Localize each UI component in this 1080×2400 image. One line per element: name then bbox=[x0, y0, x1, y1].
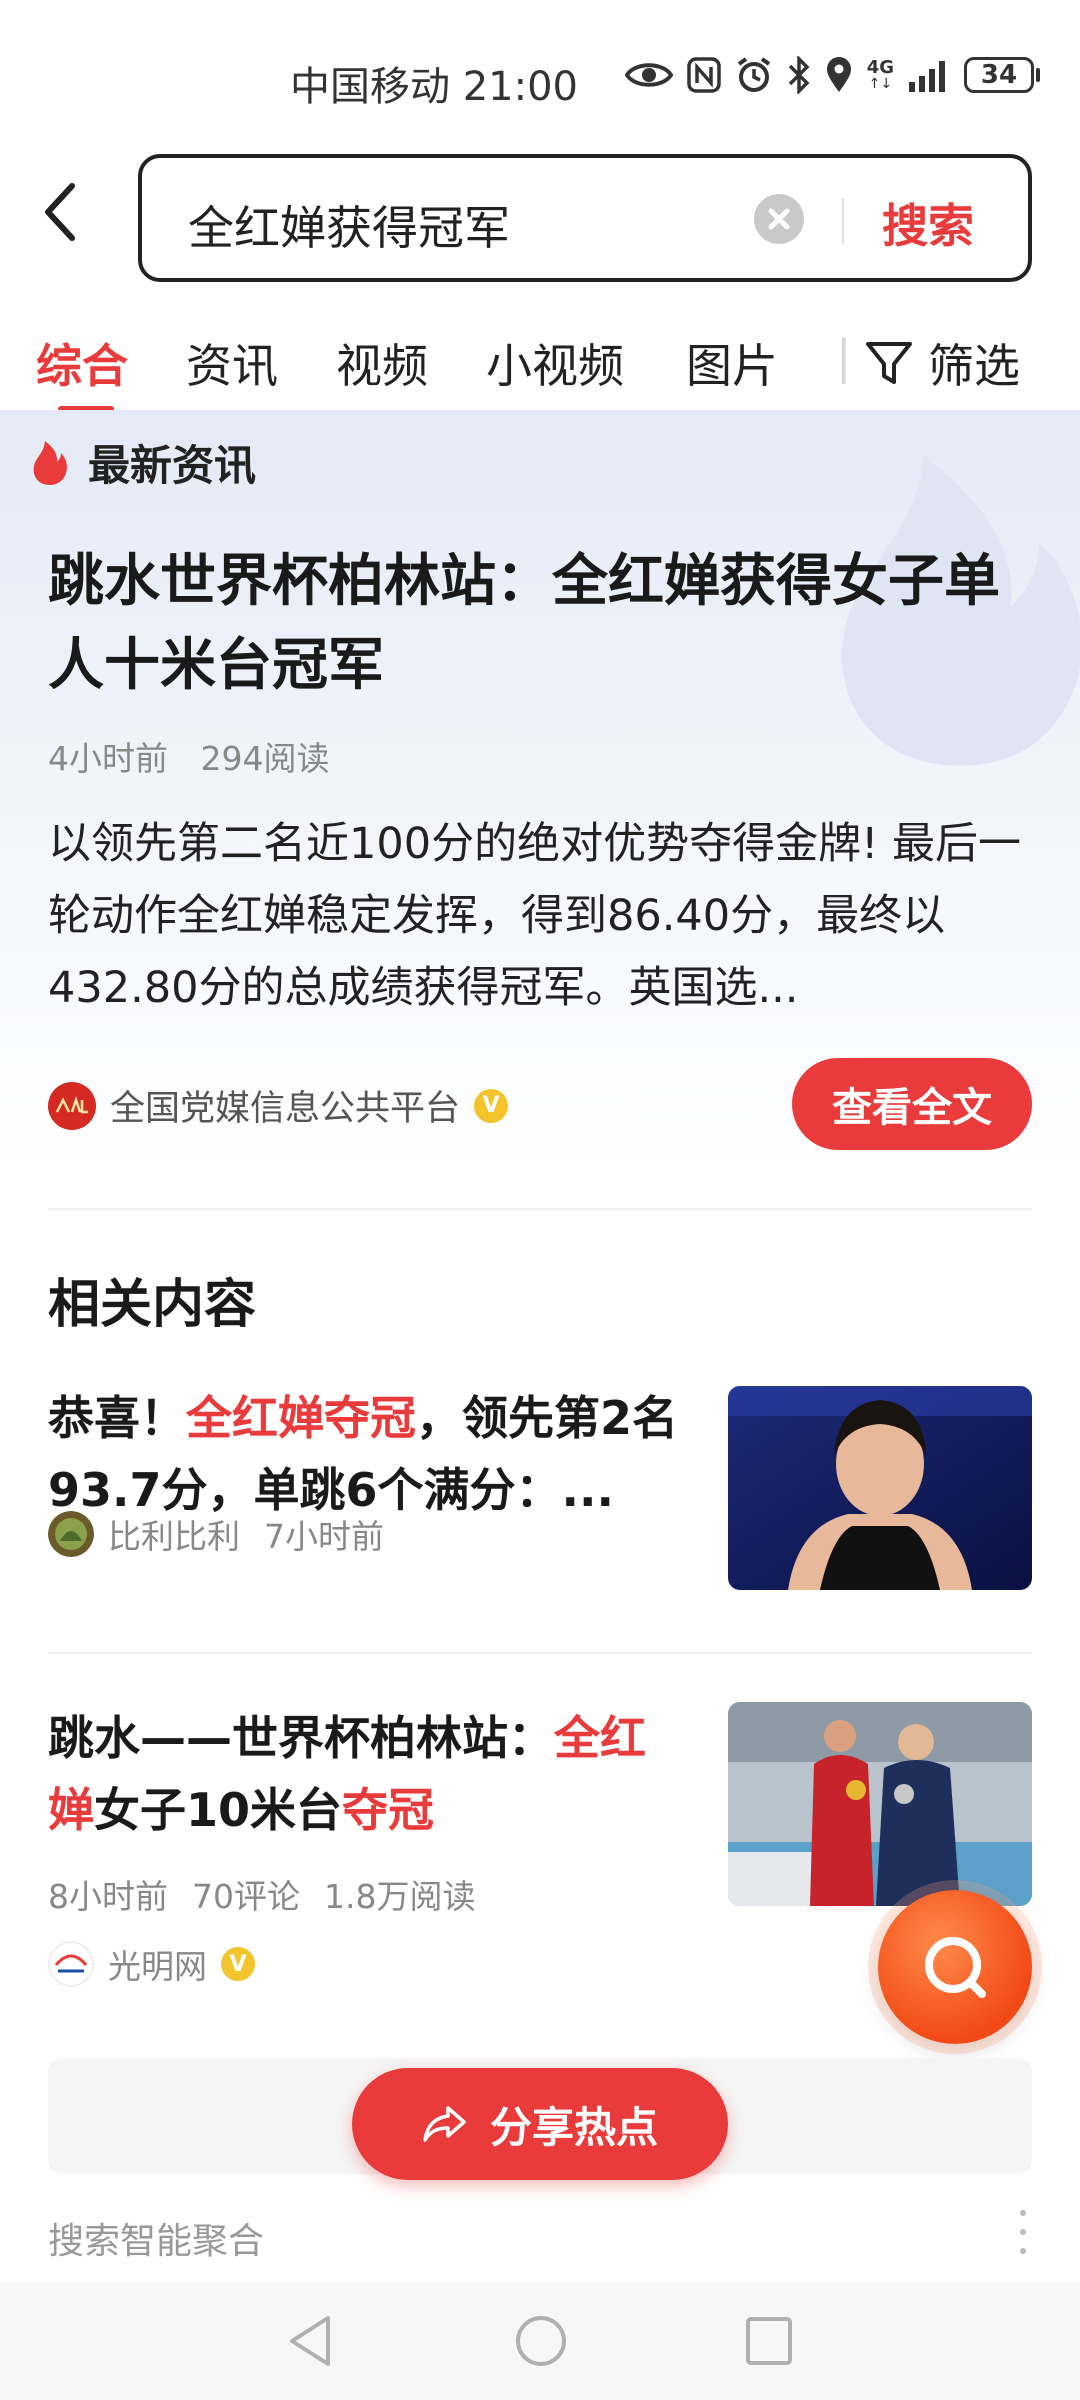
bluetooth-icon bbox=[788, 56, 810, 94]
news-reads: 294阅读 bbox=[200, 739, 330, 778]
related-item-source[interactable]: 比利比利 bbox=[108, 1510, 240, 1558]
related-item-thumbnail[interactable] bbox=[728, 1702, 1032, 1906]
search-button[interactable]: 搜索 bbox=[882, 190, 974, 256]
verified-icon: V bbox=[474, 1088, 509, 1123]
search-box[interactable]: 全红婵获得冠军 搜索 bbox=[138, 154, 1032, 282]
carrier-time: 中国移动 21:00 bbox=[290, 64, 578, 110]
read-full-button[interactable]: 查看全文 bbox=[792, 1058, 1032, 1150]
related-item[interactable]: 恭喜！全红婵夺冠，领先第2名93.7分，单跳6个满分：... 比利比利 7小时前 bbox=[48, 1382, 1032, 1622]
source-name: 全国党媒信息公共平台 bbox=[110, 1089, 461, 1129]
more-options-icon[interactable] bbox=[1018, 2210, 1028, 2254]
tab-images[interactable]: 图片 bbox=[686, 330, 778, 396]
news-title[interactable]: 跳水世界杯柏林站：全红婵获得女子单人十米台冠军 bbox=[48, 540, 1038, 708]
flame-icon bbox=[33, 440, 67, 485]
system-nav-bar bbox=[0, 2282, 1080, 2400]
related-item-title[interactable]: 跳水——世界杯柏林站：全红婵女子10米台夺冠 bbox=[48, 1702, 678, 1846]
search-input[interactable]: 全红婵获得冠军 bbox=[188, 192, 510, 258]
filter-button[interactable]: 筛选 bbox=[860, 330, 1020, 396]
tab-comprehensive[interactable]: 综合 bbox=[36, 330, 128, 396]
diver-photo-image bbox=[728, 1386, 1032, 1590]
search-divider bbox=[842, 198, 844, 244]
item-divider bbox=[48, 1652, 1032, 1654]
related-item-source: 光明网 bbox=[108, 1947, 207, 1986]
related-item-meta: 8小时前 70评论 1.8万阅读 bbox=[48, 1870, 475, 1918]
aggregate-label: 搜索智能聚合 bbox=[48, 2221, 265, 2262]
related-item-title[interactable]: 恭喜！全红婵夺冠，领先第2名93.7分，单跳6个满分：... bbox=[48, 1382, 678, 1526]
tab-short-video[interactable]: 小视频 bbox=[486, 330, 624, 396]
medal-photo-image bbox=[728, 1702, 1032, 1906]
section-divider bbox=[48, 1208, 1032, 1210]
nav-back-icon[interactable] bbox=[286, 2314, 334, 2368]
related-item-time: 8小时前 bbox=[48, 1877, 168, 1916]
battery-tip bbox=[1036, 68, 1040, 82]
back-button[interactable] bbox=[40, 182, 90, 252]
news-tag-label: 最新资讯 bbox=[88, 441, 257, 490]
related-item-time: 7小时前 bbox=[264, 1517, 384, 1556]
avatar bbox=[48, 1511, 94, 1557]
location-icon bbox=[826, 57, 851, 92]
share-icon bbox=[423, 2106, 466, 2142]
verified-icon: V bbox=[221, 1947, 255, 1981]
news-source[interactable]: 全国党媒信息公共平台 V bbox=[48, 1080, 509, 1131]
search-icon bbox=[925, 1937, 986, 1998]
share-label: 分享热点 bbox=[489, 2102, 658, 2152]
filter-icon bbox=[866, 342, 912, 384]
news-summary[interactable]: 以领先第二名近100分的绝对优势夺得金牌! 最后一轮动作全红婵稳定发挥，得到86… bbox=[48, 808, 1038, 1024]
people-daily-logo-icon bbox=[55, 1095, 88, 1113]
clear-button[interactable] bbox=[754, 194, 804, 244]
battery-icon: 34 bbox=[964, 57, 1034, 93]
eye-icon bbox=[624, 63, 673, 87]
news-tag: 最新资讯 bbox=[30, 432, 256, 493]
title-highlight: 夺冠 bbox=[342, 1783, 435, 1837]
related-item-thumbnail[interactable] bbox=[728, 1386, 1032, 1590]
title-highlight: 全红婵夺冠 bbox=[186, 1391, 416, 1445]
related-title: 相关内容 bbox=[48, 1275, 257, 1335]
guangming-logo-icon bbox=[48, 1941, 94, 1987]
floating-search-button[interactable] bbox=[878, 1890, 1032, 2044]
status-bar: 中国移动 21:00 4G ↑↓ 34 bbox=[0, 0, 1080, 140]
alarm-icon bbox=[737, 57, 770, 92]
latest-news-card[interactable]: 最新资讯 跳水世界杯柏林站：全红婵获得女子单人十米台冠军 4小时前 294阅读 … bbox=[0, 410, 1080, 1170]
signal-icon bbox=[909, 61, 945, 92]
share-hot-button[interactable]: 分享热点 bbox=[352, 2068, 728, 2180]
status-icons: 4G ↑↓ 34 bbox=[624, 56, 1040, 94]
close-icon bbox=[768, 208, 790, 230]
filter-label: 筛选 bbox=[928, 339, 1020, 393]
tab-video[interactable]: 视频 bbox=[336, 330, 428, 396]
news-meta: 4小时前 294阅读 bbox=[48, 732, 330, 780]
tab-news[interactable]: 资讯 bbox=[186, 330, 278, 396]
network-type: 4G ↑↓ bbox=[866, 57, 894, 92]
nav-recents-icon[interactable] bbox=[744, 2314, 794, 2368]
nav-home-icon[interactable] bbox=[514, 2314, 568, 2368]
news-time: 4小时前 bbox=[48, 739, 168, 778]
chevron-left-icon bbox=[45, 183, 75, 241]
source-logo bbox=[48, 1081, 96, 1130]
title-text: 女子10米台 bbox=[94, 1783, 343, 1837]
title-text: 跳水——世界杯柏林站： bbox=[48, 1711, 554, 1765]
tab-bar: 综合 资讯 视频 小视频 图片 | 筛选 bbox=[0, 322, 1080, 412]
related-item-comments: 70评论 bbox=[192, 1877, 300, 1916]
nfc-icon bbox=[686, 57, 721, 93]
title-text: 恭喜！ bbox=[48, 1391, 186, 1445]
related-item-reads: 1.8万阅读 bbox=[324, 1877, 476, 1916]
related-item-source-row[interactable]: 光明网 V bbox=[48, 1940, 255, 1988]
related-item-meta: 比利比利 7小时前 bbox=[48, 1510, 384, 1558]
